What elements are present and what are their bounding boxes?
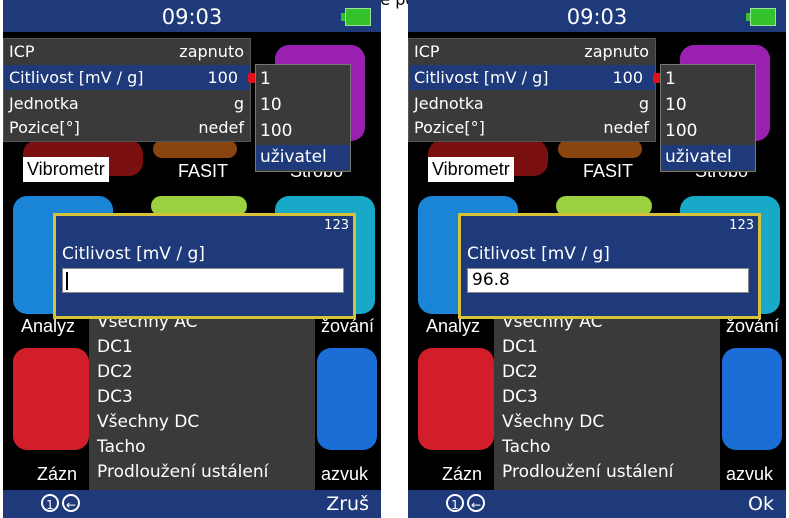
- list-item[interactable]: Všechny DC: [97, 410, 199, 435]
- app-zaznam-tile[interactable]: [13, 348, 89, 450]
- sensitivity-input[interactable]: [62, 268, 344, 293]
- battery-icon: [341, 8, 371, 26]
- ok-button[interactable]: Ok: [748, 493, 774, 515]
- text-cursor: [66, 272, 68, 290]
- sensitivity-input-value: 96.8: [472, 270, 510, 290]
- dropdown-option-uzivatel[interactable]: uživatel: [661, 145, 755, 170]
- input-dialog: 123 Citlivost [mV / g] 96.8: [458, 213, 761, 319]
- app-zvuk-tile[interactable]: [722, 348, 782, 450]
- input-mode-badge: 123: [729, 218, 754, 233]
- list-item[interactable]: Prodloužení ustálení: [502, 460, 673, 485]
- app-label-zvuk: azvuk: [726, 464, 774, 484]
- app-label-zovani: žování: [726, 316, 780, 336]
- dropdown-option-uzivatel[interactable]: uživatel: [256, 145, 350, 170]
- list-item[interactable]: DC1: [502, 335, 538, 360]
- menu-row-pozice[interactable]: Pozice[°] nedef: [4, 115, 250, 140]
- settings-menu: ICP zapnuto Citlivost [mV / g] 100 Jedno…: [3, 38, 256, 142]
- app-label-zaznam: Zázn: [37, 464, 78, 484]
- app-label-fasit: FASIT: [178, 161, 229, 181]
- clock: 09:03: [161, 5, 223, 29]
- list-item[interactable]: DC2: [502, 360, 538, 385]
- app-label-vibrometr: Vibrometr: [23, 157, 109, 182]
- app-label-fasit: FASIT: [583, 161, 634, 181]
- dialog-label: Citlivost [mV / g]: [62, 244, 205, 264]
- app-label-analyza: Analyz: [426, 316, 481, 336]
- menu-row-icp[interactable]: ICP zapnuto: [4, 39, 250, 64]
- menu-row-citlivost[interactable]: Citlivost [mV / g] 100: [4, 65, 256, 90]
- dialog-label: Citlivost [mV / g]: [467, 244, 610, 264]
- menu-row-jednotka[interactable]: Jednotka g: [4, 91, 250, 116]
- clock: 09:03: [566, 5, 628, 29]
- status-bar: 09:03: [408, 0, 786, 32]
- dropdown-option[interactable]: 100: [661, 119, 755, 144]
- settings-menu: ICP zapnuto Citlivost [mV / g] 100 Jedno…: [408, 38, 661, 142]
- bottom-bar: 1 ← Zruš: [3, 490, 381, 518]
- sensitivity-dropdown: 1 10 100 uživatel: [660, 64, 756, 172]
- status-bar: 09:03: [3, 0, 381, 32]
- numeric-mode-icon[interactable]: 1: [446, 494, 464, 512]
- menu-row-citlivost[interactable]: Citlivost [mV / g] 100: [409, 65, 661, 90]
- bottom-bar: 1 ← Ok: [408, 490, 786, 518]
- numeric-mode-icon[interactable]: 1: [41, 494, 59, 512]
- channel-list: Všechny AC DC1 DC2 DC3 Všechny DC Tacho …: [494, 312, 720, 492]
- app-zaznam-tile[interactable]: [418, 348, 494, 450]
- list-item[interactable]: Tacho: [97, 435, 146, 460]
- app-fasit-tile[interactable]: [558, 140, 642, 158]
- list-item[interactable]: DC3: [502, 385, 538, 410]
- app-fasit-tile[interactable]: [153, 140, 237, 158]
- input-dialog: 123 Citlivost [mV / g]: [53, 213, 356, 319]
- input-mode-badge: 123: [324, 218, 349, 233]
- backspace-icon[interactable]: ←: [62, 494, 80, 512]
- dropdown-option[interactable]: 10: [661, 93, 755, 118]
- dropdown-option[interactable]: 100: [256, 119, 350, 144]
- dropdown-option[interactable]: 1: [661, 67, 755, 92]
- device-screen-left: 09:03 Vibrometr FASIT Strobo Analyz žová…: [3, 0, 381, 518]
- device-screen-right: 09:03 Vibrometr FASIT Strobo Analyz žová…: [408, 0, 786, 518]
- menu-row-icp[interactable]: ICP zapnuto: [409, 39, 655, 64]
- list-item[interactable]: DC2: [97, 360, 133, 385]
- sensitivity-dropdown: 1 10 100 uživatel: [255, 64, 351, 172]
- cancel-button[interactable]: Zruš: [326, 493, 369, 515]
- app-label-vibrometr: Vibrometr: [428, 157, 514, 182]
- sensitivity-input[interactable]: 96.8: [467, 268, 749, 293]
- list-item[interactable]: Prodloužení ustálení: [97, 460, 268, 485]
- dropdown-option[interactable]: 10: [256, 93, 350, 118]
- list-item[interactable]: Všechny DC: [502, 410, 604, 435]
- list-item[interactable]: Tacho: [502, 435, 551, 460]
- list-item[interactable]: DC1: [97, 335, 133, 360]
- app-label-analyza: Analyz: [21, 316, 76, 336]
- dropdown-option[interactable]: 1: [256, 67, 350, 92]
- app-label-zaznam: Zázn: [442, 464, 483, 484]
- menu-row-pozice[interactable]: Pozice[°] nedef: [409, 115, 655, 140]
- app-label-zovani: žování: [321, 316, 375, 336]
- backspace-icon[interactable]: ←: [467, 494, 485, 512]
- app-label-zvuk: azvuk: [321, 464, 369, 484]
- app-zvuk-tile[interactable]: [317, 348, 377, 450]
- channel-list: Všechny AC DC1 DC2 DC3 Všechny DC Tacho …: [89, 312, 315, 492]
- list-item[interactable]: DC3: [97, 385, 133, 410]
- menu-row-jednotka[interactable]: Jednotka g: [409, 91, 655, 116]
- battery-icon: [746, 8, 776, 26]
